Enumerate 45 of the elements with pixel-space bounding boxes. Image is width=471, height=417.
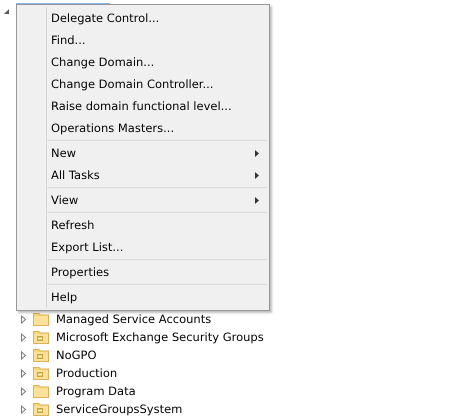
menu-item-label: Find...: [51, 33, 87, 47]
organizational-unit-icon: [33, 330, 49, 344]
expand-arrow-icon[interactable]: [20, 368, 27, 378]
menu-item-label: Refresh: [51, 218, 96, 232]
tree-item[interactable]: Managed Service Accounts: [56, 312, 212, 326]
menu-item-label: Delegate Control...: [51, 11, 160, 25]
menu-item-label: Properties: [51, 265, 110, 279]
menu-item-label: Operations Masters...: [51, 121, 176, 135]
expand-arrow-icon[interactable]: [20, 332, 27, 342]
expand-arrow-icon[interactable]: [3, 8, 10, 14]
menu-item[interactable]: Help: [17, 286, 269, 308]
menu-item-label: View: [51, 193, 80, 207]
menu-item[interactable]: Find...: [17, 29, 269, 51]
menu-item-label: Help: [51, 290, 78, 304]
menu-item[interactable]: New: [17, 142, 269, 164]
menu-item[interactable]: Operations Masters...: [17, 117, 269, 139]
organizational-unit-icon: [33, 366, 49, 380]
expand-arrow-icon[interactable]: [20, 314, 27, 324]
expand-arrow-icon[interactable]: [20, 350, 27, 360]
menu-item[interactable]: Export List...: [17, 236, 269, 258]
menu-item[interactable]: Raise domain functional level...: [17, 95, 269, 117]
menu-item-label: Change Domain Controller...: [51, 77, 214, 91]
tree-item[interactable]: Program Data: [56, 384, 136, 398]
tree-item[interactable]: Microsoft Exchange Security Groups: [56, 330, 264, 344]
tree-item[interactable]: ServiceGroupsSystem: [56, 402, 182, 416]
organizational-unit-icon: [33, 348, 49, 362]
menu-item[interactable]: Change Domain...: [17, 51, 269, 73]
menu-item[interactable]: Refresh: [17, 214, 269, 236]
menu-item-label: All Tasks: [51, 168, 101, 182]
expand-arrow-icon[interactable]: [20, 386, 27, 396]
menu-item-label: New: [51, 146, 78, 160]
menu-item-label: Raise domain functional level...: [51, 99, 233, 113]
folder-icon: [33, 312, 49, 326]
menu-item[interactable]: Properties: [17, 261, 269, 283]
menu-item-label: Export List...: [51, 240, 124, 254]
menu-item-label: Change Domain...: [51, 55, 156, 69]
menu-item[interactable]: Change Domain Controller...: [17, 73, 269, 95]
expand-arrow-icon[interactable]: [20, 404, 27, 414]
folder-icon: [33, 384, 49, 398]
tree-item[interactable]: Production: [56, 366, 118, 380]
tree-item[interactable]: NoGPO: [56, 348, 97, 362]
menu-item[interactable]: View: [17, 189, 269, 211]
organizational-unit-icon: [33, 402, 49, 416]
menu-item[interactable]: All Tasks: [17, 164, 269, 186]
menu-item[interactable]: Delegate Control...: [17, 7, 269, 29]
